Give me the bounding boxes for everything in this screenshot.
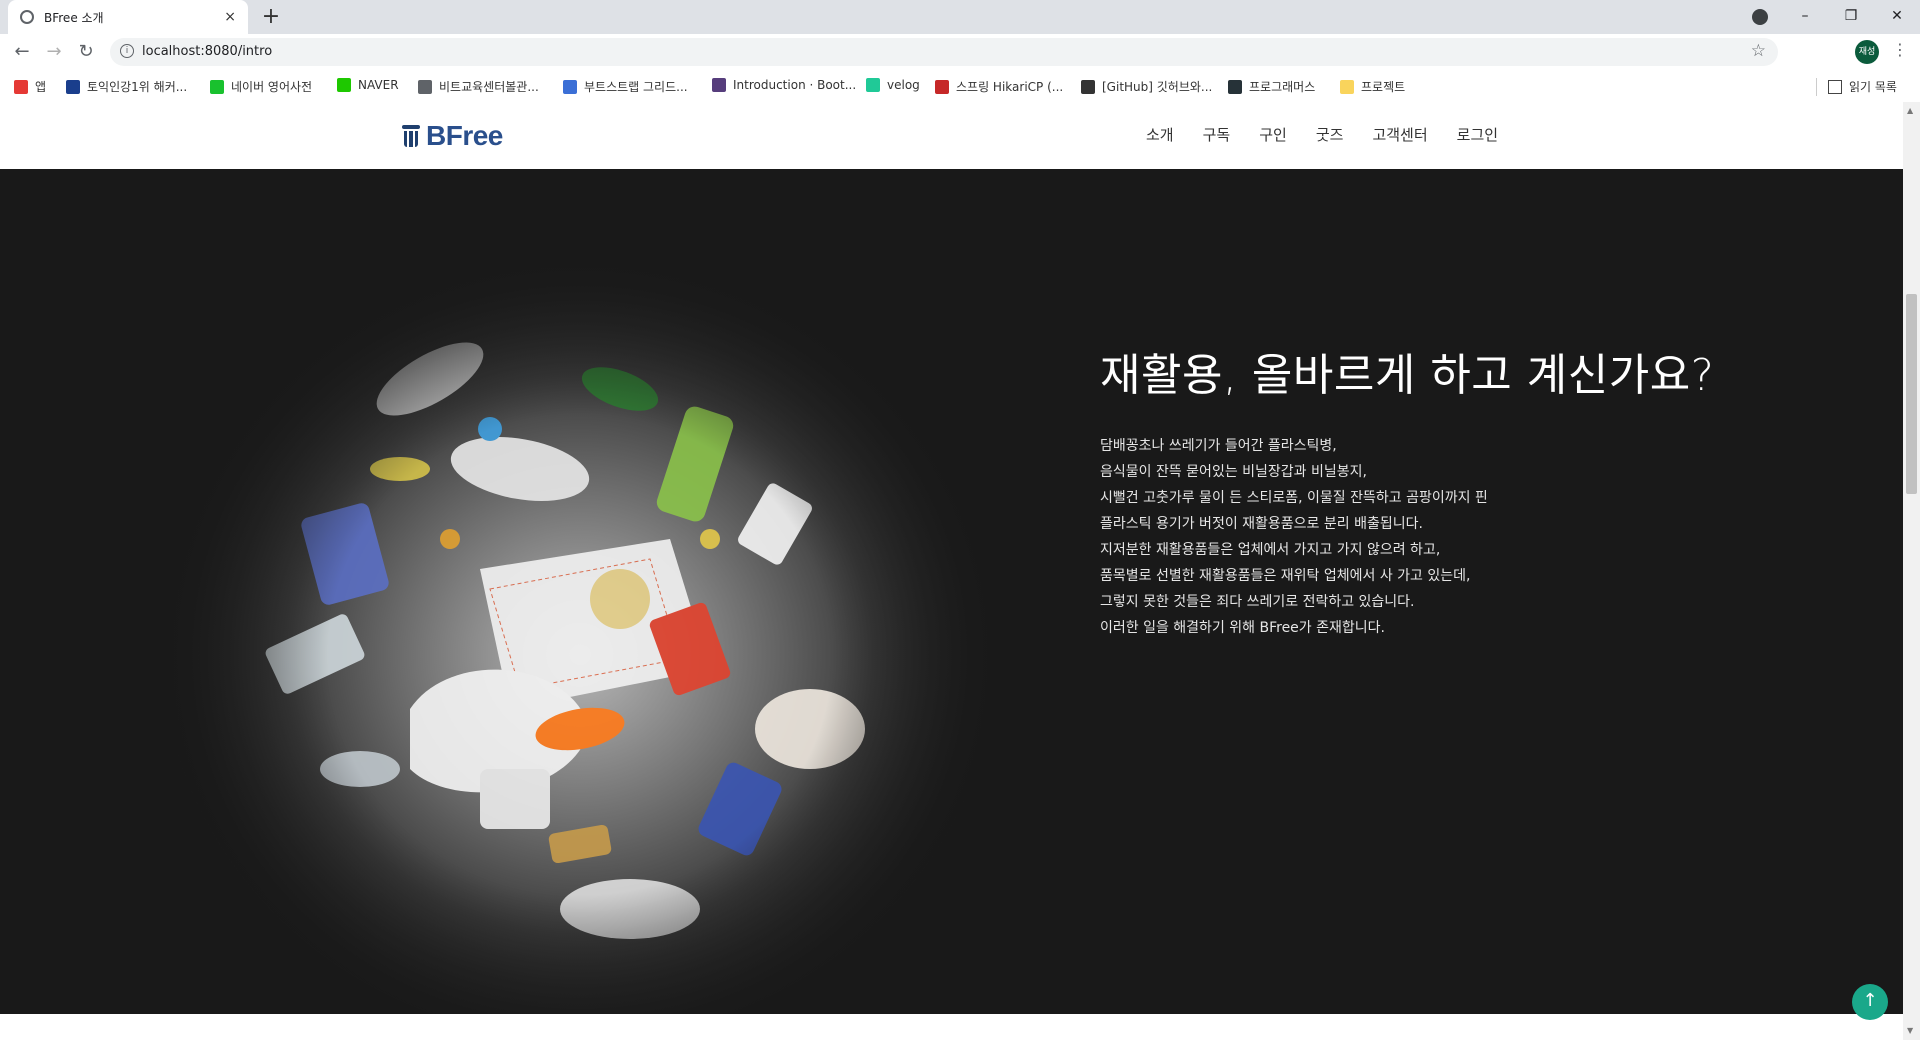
- bookmark-item[interactable]: 앱: [14, 78, 46, 95]
- close-tab-icon[interactable]: ×: [224, 9, 236, 25]
- bookmark-icon: [14, 79, 28, 94]
- bookmark-label: velog: [887, 78, 920, 92]
- url-text[interactable]: localhost:8080/intro: [142, 44, 272, 59]
- bookmark-icon: [866, 78, 880, 92]
- bookmark-icon: [418, 79, 432, 94]
- bookmark-icon: [712, 78, 726, 92]
- browser-tab[interactable]: BFree 소개 ×: [8, 0, 248, 34]
- hero-text-line: 담배꽁초나 쓰레기가 들어간 플라스틱병,: [1100, 438, 1337, 454]
- scroll-to-top-button[interactable]: ↑: [1852, 984, 1888, 1020]
- scroll-down-icon[interactable]: ▼: [1907, 1026, 1913, 1035]
- bookmark-item[interactable]: 스프링 HikariCP (...: [935, 78, 1063, 95]
- nav-item[interactable]: 구독: [1203, 124, 1231, 145]
- trash-pile-image: [160, 239, 1000, 1019]
- bookmark-label: 네이버 영어사전: [231, 80, 313, 94]
- bookmark-icon: [1228, 79, 1242, 94]
- page-footer-strip: [0, 1014, 1903, 1040]
- menu-icon[interactable]: ⋮: [1892, 40, 1908, 59]
- bookmark-label: 프로그래머스: [1249, 80, 1316, 94]
- profile-avatar[interactable]: 재성: [1855, 40, 1879, 64]
- reload-icon[interactable]: ↻: [74, 40, 98, 64]
- nav-item[interactable]: 로그인: [1457, 124, 1498, 145]
- bookmarks-bar: 앱 토익인강1위 해커... 네이버 영어사전 NAVER 비트교육센터볼관... 부트스…: [0, 70, 1920, 103]
- browser-toolbar: ← → ↻ i localhost:8080/intro ☆: [0, 34, 1920, 70]
- reading-list[interactable]: 읽기 목록: [1828, 78, 1897, 95]
- new-tab-button[interactable]: +: [258, 4, 284, 30]
- minimize-icon[interactable]: –: [1782, 0, 1828, 34]
- bookmark-item[interactable]: Introduction · Boot...: [712, 78, 856, 92]
- bookmark-icon: [210, 79, 224, 94]
- bookmark-item[interactable]: 부트스트랩 그리드...: [563, 78, 688, 95]
- bookmark-label: 프로젝트: [1361, 80, 1406, 94]
- web-page: BFree 소개 구독 구인 굿즈 고객센터 로그인 재활용, 올바르게 하고 …: [0, 102, 1903, 1040]
- main-nav: 소개 구독 구인 굿즈 고객센터 로그인: [1146, 124, 1527, 145]
- reading-list-label: 읽기 목록: [1849, 80, 1897, 94]
- hero-text-line: 지저분한 재활용품들은 업체에서 가지고 가지 않으려 하고,: [1100, 542, 1441, 558]
- hero-text-line: 음식물이 잔뜩 묻어있는 비닐장갑과 비닐봉지,: [1100, 464, 1367, 480]
- hero-text-line: 플라스틱 용기가 버젓이 재활용품으로 분리 배출됩니다.: [1100, 516, 1423, 532]
- bookmarks-divider: [1816, 78, 1817, 96]
- tab-title: BFree 소개: [44, 10, 104, 25]
- bookmark-icon: [66, 79, 80, 94]
- restore-icon[interactable]: ❐: [1828, 0, 1874, 34]
- bookmark-label: 토익인강1위 해커...: [87, 80, 188, 94]
- bookmark-label: NAVER: [358, 78, 399, 92]
- globe-icon: [20, 10, 34, 24]
- scrollbar-thumb[interactable]: [1906, 294, 1917, 494]
- info-icon[interactable]: i: [120, 44, 134, 58]
- tab-strip: BFree 소개 × + – ❐ ✕: [0, 0, 1920, 34]
- bookmark-icon: [563, 79, 577, 94]
- trash-bin-icon: [402, 125, 420, 147]
- site-header: BFree 소개 구독 구인 굿즈 고객센터 로그인: [0, 102, 1903, 169]
- nav-item[interactable]: 고객센터: [1372, 124, 1427, 145]
- bookmark-item[interactable]: velog: [866, 78, 920, 92]
- bookmark-item[interactable]: 프로그래머스: [1228, 78, 1315, 95]
- tab-search-icon[interactable]: [1752, 9, 1768, 25]
- nav-item[interactable]: 구인: [1259, 124, 1287, 145]
- scroll-up-icon[interactable]: ▲: [1907, 106, 1913, 115]
- bookmark-item[interactable]: NAVER: [337, 78, 399, 92]
- bookmark-label: 부트스트랩 그리드...: [584, 80, 688, 94]
- address-bar[interactable]: i localhost:8080/intro ☆: [110, 38, 1778, 66]
- back-icon[interactable]: ←: [10, 40, 34, 64]
- bookmark-icon: [1081, 79, 1095, 94]
- bookmark-item[interactable]: 프로젝트: [1340, 78, 1405, 95]
- hero-heading: 재활용, 올바르게 하고 계신가요?: [1100, 350, 1715, 401]
- bookmark-icon: [935, 79, 949, 94]
- bookmark-label: 앱: [35, 80, 47, 94]
- bookmark-icon: [337, 78, 351, 92]
- bookmark-item[interactable]: 비트교육센터볼관...: [418, 78, 539, 95]
- bookmark-item[interactable]: 네이버 영어사전: [210, 78, 312, 95]
- bookmark-label: 스프링 HikariCP (...: [956, 80, 1064, 94]
- nav-item[interactable]: 굿즈: [1316, 124, 1344, 145]
- bookmark-icon: [1340, 79, 1354, 94]
- bookmark-item[interactable]: [GitHub] 깃허브와...: [1081, 78, 1212, 95]
- bookmark-label: [GitHub] 깃허브와...: [1102, 80, 1213, 94]
- hero-text-line: 그렇지 못한 것들은 죄다 쓰레기로 전락하고 있습니다.: [1100, 594, 1415, 610]
- close-window-icon[interactable]: ✕: [1874, 0, 1920, 34]
- hero-text-line: 시뻘건 고춧가루 물이 든 스티로폼, 이물질 잔뜩하고 곰팡이까지 핀: [1100, 490, 1488, 506]
- hero-text-line: 품목별로 선별한 재활용품들은 재위탁 업체에서 사 가고 있는데,: [1100, 568, 1471, 584]
- nav-item[interactable]: 소개: [1146, 124, 1174, 145]
- hero-body: 담배꽁초나 쓰레기가 들어간 플라스틱병, 음식물이 잔뜩 묻어있는 비닐장갑과 …: [1100, 433, 1488, 641]
- reading-list-icon: [1828, 79, 1842, 94]
- hero-section: 재활용, 올바르게 하고 계신가요? 담배꽁초나 쓰레기가 들어간 플라스틱병,…: [0, 169, 1903, 1019]
- site-logo[interactable]: BFree: [402, 120, 503, 152]
- bookmark-label: 비트교육센터볼관...: [439, 80, 539, 94]
- forward-icon[interactable]: →: [42, 40, 66, 64]
- star-icon[interactable]: ☆: [1751, 41, 1766, 61]
- bookmark-label: Introduction · Boot...: [733, 78, 857, 92]
- logo-text: BFree: [426, 120, 503, 151]
- bookmark-item[interactable]: 토익인강1위 해커...: [66, 78, 187, 95]
- page-scrollbar[interactable]: ▲ ▼: [1903, 102, 1920, 1040]
- hero-text-line: 이러한 일을 해결하기 위해 BFree가 존재합니다.: [1100, 620, 1385, 636]
